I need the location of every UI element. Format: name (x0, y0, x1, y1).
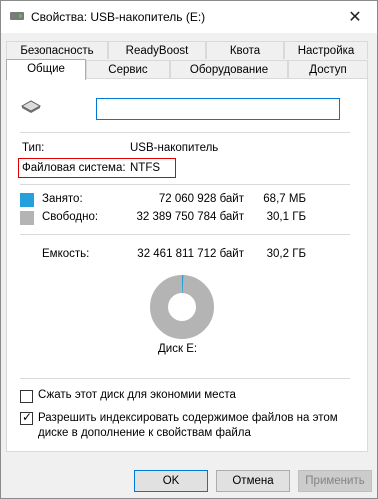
used-bytes: 72 060 928 байт (158, 193, 244, 205)
separator (20, 378, 350, 379)
type-value: USB-накопитель (130, 142, 219, 154)
filesystem-value: NTFS (130, 162, 161, 174)
filesystem-label: Файловая система: (22, 162, 126, 174)
window-title: Свойства: USB-накопитель (E:) (31, 10, 206, 24)
separator (20, 184, 350, 185)
close-button[interactable]: ✕ (333, 1, 377, 33)
volume-name-input[interactable] (96, 98, 340, 120)
capacity-bytes: 32 461 811 712 байт (137, 248, 244, 260)
tab-general[interactable]: Общие (6, 59, 86, 80)
index-label[interactable]: Разрешить индексировать содержимое файло… (38, 411, 356, 441)
free-size: 30,1 ГБ (266, 211, 306, 223)
cancel-button[interactable]: Отмена (216, 470, 290, 492)
tab-hardware[interactable]: Оборудование (170, 60, 288, 78)
tab-customize[interactable]: Настройка (284, 41, 368, 59)
separator (20, 132, 350, 133)
index-checkbox[interactable]: ✓ (20, 410, 33, 425)
close-icon: ✕ (348, 9, 362, 26)
usb-drive-icon (10, 12, 24, 20)
title-bar: Свойства: USB-накопитель (E:) ✕ (1, 1, 377, 33)
used-color-swatch (20, 193, 34, 207)
disk-label: Диск E: (158, 343, 198, 355)
tab-security[interactable]: Безопасность (6, 41, 108, 59)
free-color-swatch (20, 211, 34, 225)
free-bytes: 32 389 750 784 байт (136, 211, 244, 223)
separator (20, 234, 350, 235)
tab-tools[interactable]: Сервис (86, 60, 170, 78)
used-size: 68,7 МБ (263, 193, 306, 205)
tab-quota[interactable]: Квота (206, 41, 284, 59)
tab-sharing[interactable]: Доступ (288, 60, 368, 78)
tab-readyboost[interactable]: ReadyBoost (108, 41, 206, 59)
capacity-label: Емкость: (42, 248, 90, 260)
apply-button[interactable]: Применить (298, 470, 372, 492)
type-label: Тип: (22, 142, 45, 154)
capacity-size: 30,2 ГБ (266, 248, 306, 260)
compress-checkbox[interactable] (20, 390, 33, 403)
free-label: Свободно: (42, 211, 99, 223)
disk-usage-donut (150, 275, 214, 339)
used-label: Занято: (42, 193, 83, 205)
ok-button[interactable]: OK (134, 470, 208, 492)
check-icon: ✓ (22, 410, 33, 424)
compress-label[interactable]: Сжать этот диск для экономии места (38, 389, 236, 401)
usb-drive-icon (20, 100, 42, 113)
